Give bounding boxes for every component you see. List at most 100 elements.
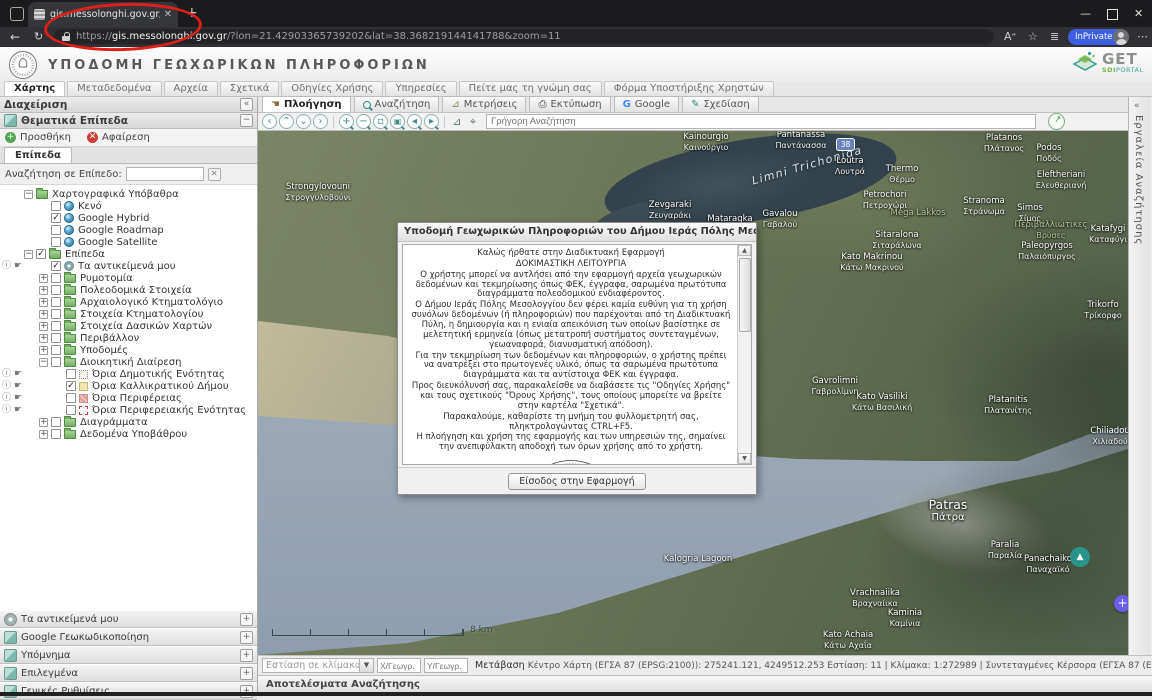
layer-checkbox[interactable]: [51, 417, 61, 427]
favorite-star-icon[interactable]: ☆: [1028, 30, 1038, 43]
dialog-scrollbar[interactable]: ▲ ▼: [737, 245, 751, 464]
tree-row-label[interactable]: Τα αντικείμενά μου: [78, 261, 176, 272]
layer-checkbox[interactable]: [51, 261, 61, 271]
tree-row[interactable]: Διαγράμματα: [0, 416, 257, 428]
menu-tab[interactable]: Χάρτης: [4, 81, 65, 96]
chevron-down-icon[interactable]: ▼: [359, 659, 373, 672]
expander-icon[interactable]: [39, 346, 48, 355]
search-tools-title[interactable]: Εργαλεία Αναζήτησης: [1133, 115, 1144, 245]
tree-row[interactable]: Google Roadmap: [0, 224, 257, 236]
window-close-icon[interactable]: ✕: [1134, 7, 1143, 20]
tree-row[interactable]: Αρχαιολογικό Κτηματολόγιο: [0, 296, 257, 308]
row-tools[interactable]: [2, 380, 22, 392]
scroll-thumb[interactable]: [739, 258, 751, 332]
tab-google[interactable]: Google: [614, 96, 679, 112]
scroll-up-icon[interactable]: ▲: [738, 245, 751, 256]
get-sdiportal-logo[interactable]: GET SDIPORTAL: [1072, 51, 1144, 75]
tree-row[interactable]: Στοιχεία Δασικών Χαρτών: [0, 320, 257, 332]
tree-row-label[interactable]: Google Hybrid: [78, 213, 149, 224]
tab-close-icon[interactable]: ✕: [164, 9, 172, 20]
new-tab-icon[interactable]: +: [186, 5, 198, 21]
zoom-in-icon[interactable]: [339, 114, 354, 129]
tab-print[interactable]: Εκτύπωση: [529, 96, 610, 112]
inprivate-badge[interactable]: InPrivate (2): [1068, 29, 1128, 45]
layer-checkbox[interactable]: [51, 429, 61, 439]
expand-icon[interactable]: [240, 667, 253, 680]
layer-checkbox[interactable]: [66, 369, 76, 379]
tab-navigation[interactable]: Πλοήγηση: [262, 96, 351, 112]
tree-row[interactable]: Όρια Περιφέρειας: [0, 392, 257, 404]
tree-row[interactable]: Τα αντικείμενά μου: [0, 260, 257, 272]
goto-button[interactable]: Μετάβαση: [475, 660, 525, 671]
remove-layer-button[interactable]: Αφαίρεση: [102, 132, 150, 143]
accordion-header[interactable]: Google Γεωκωδικοποίηση: [0, 628, 257, 646]
tree-row[interactable]: Ρυμοτομία: [0, 272, 257, 284]
layer-search-input[interactable]: [126, 167, 204, 181]
search-tools-panel-collapsed[interactable]: « Εργαλεία Αναζήτησης: [1128, 97, 1150, 655]
tree-row-label[interactable]: Google Roadmap: [78, 225, 164, 236]
row-tools[interactable]: [2, 404, 22, 416]
menu-tab[interactable]: Φόρμα Υποστήριξης Χρηστών: [604, 81, 774, 96]
pan-up-icon[interactable]: [279, 114, 294, 129]
layer-checkbox[interactable]: [51, 225, 61, 235]
layer-checkbox[interactable]: [66, 405, 76, 415]
expander-icon[interactable]: [24, 250, 33, 259]
collapse-panel-icon[interactable]: −: [240, 114, 253, 127]
expand-icon[interactable]: [240, 613, 253, 626]
scroll-down-icon[interactable]: ▼: [738, 453, 751, 464]
zoom-to-scale-select[interactable]: Εστίαση σε κλίμακα ▼: [262, 658, 374, 673]
layer-checkbox[interactable]: [51, 297, 61, 307]
read-aloud-icon[interactable]: A”: [1004, 30, 1016, 43]
accordion-label[interactable]: Επιλεγμένα: [21, 668, 78, 679]
layer-checkbox[interactable]: [51, 201, 61, 211]
expander-icon[interactable]: [39, 334, 48, 343]
back-icon[interactable]: ←: [10, 30, 20, 44]
tree-row-label[interactable]: Κενό: [78, 201, 102, 212]
layer-checkbox[interactable]: [36, 249, 46, 259]
more-options-icon[interactable]: ⋯: [1137, 30, 1148, 43]
menu-tab[interactable]: Αρχεία: [164, 81, 218, 96]
layer-checkbox[interactable]: [51, 333, 61, 343]
profile-tool-icon[interactable]: [450, 115, 464, 128]
pan-down-icon[interactable]: [296, 114, 311, 129]
tree-row[interactable]: Google Hybrid: [0, 212, 257, 224]
accordion-header[interactable]: Υπόμνημα: [0, 646, 257, 664]
tree-row-label[interactable]: Χαρτογραφικά Υπόβαθρα: [52, 189, 179, 200]
tree-row-label[interactable]: Περιβάλλον: [80, 333, 139, 344]
map-add-overlay-icon[interactable]: +: [1114, 595, 1128, 612]
layer-checkbox[interactable]: [51, 273, 61, 283]
tree-row[interactable]: Επίπεδα: [0, 248, 257, 260]
y-coordinate-input[interactable]: [424, 658, 468, 673]
minimize-icon[interactable]: —: [1080, 7, 1091, 20]
pan-right-icon[interactable]: [313, 114, 328, 129]
menu-tab[interactable]: Μεταδεδομένα: [67, 81, 161, 96]
tree-row[interactable]: Στοιχεία Κτηματολογίου: [0, 308, 257, 320]
favorites-bar-icon[interactable]: ≣: [1050, 30, 1059, 43]
menu-tab[interactable]: Υπηρεσίες: [385, 81, 456, 96]
search-results-bar[interactable]: Αποτελέσματα Αναζήτησης: [258, 675, 1152, 692]
menu-tab[interactable]: Πείτε μας τη γνώμη σας: [459, 81, 602, 96]
accordion-label[interactable]: Google Γεωκωδικοποίηση: [21, 632, 149, 643]
row-tools[interactable]: [2, 392, 22, 404]
tab-layers[interactable]: Επίπεδα: [4, 147, 72, 163]
tab-measurements[interactable]: Μετρήσεις: [442, 96, 526, 112]
tab-title[interactable]: gis.messolonghi.gov.gr/?lon=21.4: [50, 9, 160, 20]
expander-icon[interactable]: [39, 322, 48, 331]
tree-row[interactable]: Πολεοδομικά Στοιχεία: [0, 284, 257, 296]
url-field[interactable]: https://gis.messolonghi.gov.gr/?lon=21.4…: [54, 29, 994, 44]
tree-row[interactable]: Δεδομένα Υποβάθρου: [0, 428, 257, 440]
url-text[interactable]: https://gis.messolonghi.gov.gr/?lon=21.4…: [76, 31, 561, 42]
tree-row-label[interactable]: Επίπεδα: [65, 249, 105, 260]
layer-checkbox[interactable]: [51, 309, 61, 319]
tree-row-label[interactable]: Πολεοδομικά Στοιχεία: [80, 285, 192, 296]
accordion-header[interactable]: Τα αντικείμενά μου: [0, 610, 257, 628]
layer-checkbox[interactable]: [51, 285, 61, 295]
accordion-label[interactable]: Υπόμνημα: [21, 650, 71, 661]
tab-search[interactable]: Αναζήτηση: [354, 96, 440, 112]
tree-row-label[interactable]: Διοικητική Διαίρεση: [80, 357, 181, 368]
tree-row-label[interactable]: Δεδομένα Υποβάθρου: [80, 429, 187, 440]
tree-row[interactable]: Google Satellite: [0, 236, 257, 248]
accordion-header[interactable]: Γενικές Ρυθμίσεις: [0, 682, 257, 700]
zoom-previous-icon[interactable]: [407, 114, 422, 129]
expander-icon[interactable]: [39, 430, 48, 439]
